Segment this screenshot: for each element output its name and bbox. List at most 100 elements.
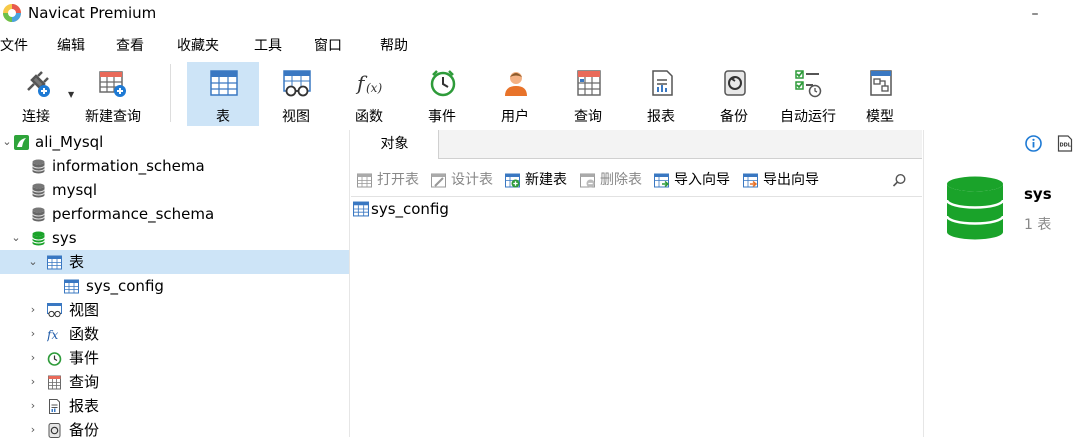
tree-item-label: 视图: [69, 301, 100, 319]
view-icon: [47, 303, 62, 318]
new-query-button[interactable]: 新建查询: [76, 62, 150, 126]
tab-bar: 对象: [351, 130, 922, 159]
ddl-icon[interactable]: DDL: [1057, 135, 1073, 152]
function-icon: fx: [47, 328, 58, 342]
info-icon[interactable]: [1025, 135, 1042, 152]
chevron-down-icon[interactable]: ⌄: [10, 226, 22, 250]
backup-button[interactable]: 备份: [698, 62, 770, 126]
tree-item-sys-config[interactable]: sys_config: [0, 274, 349, 298]
tree-item-ali-mysql[interactable]: ⌄ ali_Mysql: [0, 130, 349, 154]
svg-text:(x): (x): [366, 81, 382, 95]
tree-item-label: sys_config: [86, 277, 164, 295]
tree-item-label: sys: [52, 229, 77, 247]
tree-item-views[interactable]: › 视图: [0, 298, 349, 322]
user-label: 用户: [501, 109, 529, 125]
menu-view[interactable]: 查看: [116, 34, 144, 58]
tree-item-label: mysql: [52, 181, 97, 199]
backup-icon: [724, 70, 746, 96]
search-icon[interactable]: [892, 173, 907, 188]
menu-bar: 文件 编辑 查看 收藏夹 工具 窗口 帮助: [0, 34, 1085, 58]
navigation-tree: ⌄ ali_Mysql information_schema mysql per…: [0, 130, 350, 439]
model-button[interactable]: 模型: [844, 62, 916, 126]
backup-icon: [48, 423, 61, 438]
user-icon: [505, 72, 527, 96]
svg-text:DDL: DDL: [1060, 143, 1072, 149]
tree-item-events[interactable]: › 事件: [0, 346, 349, 370]
report-icon: [652, 70, 673, 96]
view-button[interactable]: 视图: [260, 62, 332, 126]
function-button[interactable]: f (x) 函数: [333, 62, 405, 126]
table-icon: [47, 255, 62, 270]
chevron-right-icon[interactable]: ›: [27, 370, 39, 394]
chevron-right-icon[interactable]: ›: [27, 346, 39, 370]
model-icon: [870, 70, 892, 96]
menu-window[interactable]: 窗口: [314, 34, 342, 58]
view-label: 视图: [282, 109, 310, 125]
new-table-icon: [505, 173, 520, 188]
user-button[interactable]: 用户: [479, 62, 551, 126]
open-table-label: 打开表: [377, 172, 419, 188]
report-icon: [49, 399, 60, 414]
connect-button[interactable]: 连接: [0, 62, 72, 126]
query-label: 查询: [574, 109, 602, 125]
navicat-logo-icon: [3, 4, 21, 22]
design-table-icon: [431, 173, 446, 188]
table-icon: [353, 201, 369, 217]
chevron-down-icon[interactable]: ⌄: [1, 130, 13, 154]
function-label: 函数: [355, 109, 383, 125]
tab-objects[interactable]: 对象: [351, 130, 439, 159]
chevron-right-icon[interactable]: ›: [27, 418, 39, 442]
chevron-right-icon[interactable]: ›: [27, 298, 39, 322]
tree-item-tables[interactable]: ⌄ 表: [0, 250, 349, 274]
tree-item-backups[interactable]: › 备份: [0, 418, 349, 442]
connect-label: 连接: [22, 109, 50, 125]
tree-item-performance-schema[interactable]: performance_schema: [0, 202, 349, 226]
model-label: 模型: [866, 109, 894, 125]
tree-item-label: performance_schema: [52, 205, 215, 223]
menu-help[interactable]: 帮助: [380, 34, 408, 58]
event-button[interactable]: 事件: [406, 62, 478, 126]
chevron-right-icon[interactable]: ›: [27, 322, 39, 346]
tree-item-queries[interactable]: › 查询: [0, 370, 349, 394]
tree-item-label: 事件: [69, 349, 100, 367]
tree-item-label: 表: [69, 253, 85, 271]
export-wizard-label: 导出向导: [763, 172, 819, 188]
connect-plug-icon: [27, 71, 50, 97]
query-button[interactable]: 查询: [552, 62, 624, 126]
menu-file[interactable]: 文件: [0, 34, 28, 58]
query-icon: [48, 375, 61, 390]
object-toolbar: 打开表 设计表 新建表 删除表 导入向导 导出向导: [351, 168, 922, 192]
table-icon: [210, 70, 238, 96]
delete-table-icon: [580, 173, 595, 188]
tree-item-label: 备份: [69, 421, 100, 439]
tree-item-reports[interactable]: › 报表: [0, 394, 349, 418]
menu-edit[interactable]: 编辑: [57, 34, 85, 58]
table-button[interactable]: 表: [187, 62, 259, 126]
menu-tools[interactable]: 工具: [254, 34, 282, 58]
event-icon: [47, 352, 62, 366]
chevron-down-icon[interactable]: ⌄: [27, 250, 39, 274]
report-button[interactable]: 报表: [625, 62, 697, 126]
tree-item-information-schema[interactable]: information_schema: [0, 154, 349, 178]
delete-table-label: 删除表: [600, 172, 642, 188]
table-label: 表: [216, 109, 230, 125]
tree-item-mysql[interactable]: mysql: [0, 178, 349, 202]
chevron-right-icon[interactable]: ›: [27, 394, 39, 418]
function-fx-icon: f (x): [355, 71, 382, 95]
event-clock-icon: [430, 70, 456, 97]
database-icon: [32, 183, 45, 198]
tree-item-label: 查询: [69, 373, 100, 391]
open-table-icon: [357, 173, 372, 188]
tree-item-functions[interactable]: › fx 函数: [0, 322, 349, 346]
app-title: Navicat Premium: [28, 4, 157, 22]
connect-dropdown-arrow[interactable]: ▼: [68, 90, 74, 99]
new-query-icon: [99, 71, 126, 97]
event-label: 事件: [428, 109, 456, 125]
database-icon: [32, 207, 45, 222]
tree-item-sys[interactable]: ⌄ sys: [0, 226, 349, 250]
menu-favorites[interactable]: 收藏夹: [177, 34, 219, 58]
automation-button[interactable]: 自动运行: [771, 62, 845, 126]
minimize-button[interactable]: –: [1012, 0, 1058, 28]
table-icon: [64, 279, 79, 294]
info-table-count: 1 表: [1024, 217, 1052, 233]
